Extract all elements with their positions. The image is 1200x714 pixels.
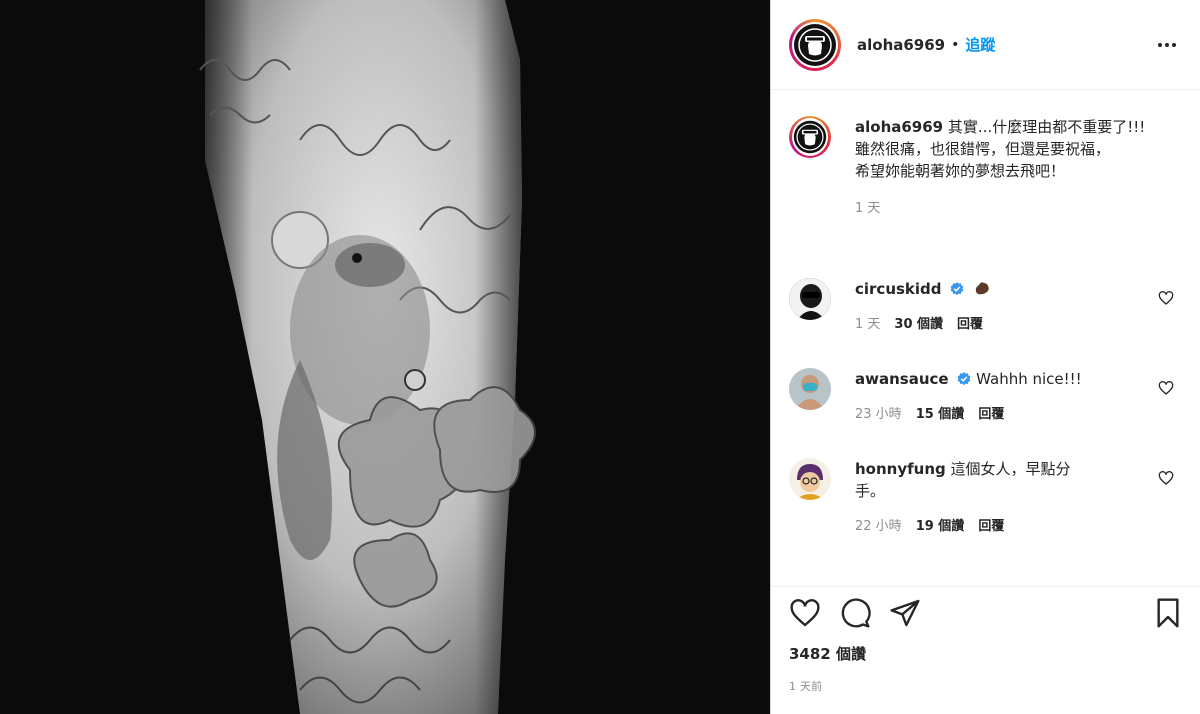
caption-line-3: 希望妳能朝著妳的夢想去飛吧！ <box>855 162 1066 180</box>
comment-meta: 23 小時 15 個讚 回覆 <box>855 404 1135 426</box>
reply-button[interactable]: 回覆 <box>957 314 983 336</box>
caption-first-line: aloha6969 其實...什麼理由都不重要了!!! <box>855 116 1165 138</box>
comment-row: circuskidd 1 天 30 個讚 回覆 <box>789 278 1184 336</box>
author-avatar[interactable] <box>789 18 841 71</box>
aloha-logo-icon <box>793 120 827 154</box>
caption-time[interactable]: 1 天 <box>855 198 880 220</box>
comment-username[interactable]: circuskidd <box>855 280 942 298</box>
comment-avatar[interactable] <box>789 278 831 320</box>
heart-icon[interactable] <box>1158 290 1174 306</box>
comment-time[interactable]: 1 天 <box>855 314 880 336</box>
follow-button[interactable]: 追蹤 <box>965 34 995 55</box>
comment-icon[interactable] <box>839 597 871 629</box>
verified-badge-icon <box>950 282 964 296</box>
comment-body: circuskidd 1 天 30 個讚 回覆 <box>855 278 1135 336</box>
tattoo-forearm-photo <box>0 0 770 714</box>
reply-button[interactable]: 回覆 <box>978 404 1004 426</box>
comment-text: Wahhh nice!!! <box>976 370 1082 388</box>
flexed-arm-emoji-icon <box>975 282 989 295</box>
comment-likes[interactable]: 15 個讚 <box>916 404 965 426</box>
comment-meta: 22 小時 19 個讚 回覆 <box>855 516 1095 538</box>
heart-icon[interactable] <box>1158 380 1174 396</box>
comment-avatar[interactable] <box>789 458 831 500</box>
comment-avatar[interactable] <box>789 368 831 410</box>
post-actions: 3482 個讚 1 天前 <box>771 586 1200 714</box>
comment-username[interactable]: awansauce <box>855 370 949 388</box>
bookmark-icon[interactable] <box>1152 597 1184 629</box>
comment-body: honnyfung 這個女人，早點分手。 22 小時 19 個讚 回覆 <box>855 458 1095 538</box>
separator-dot: • <box>951 36 960 53</box>
post-side-panel: aloha6969 • 追蹤 aloha6969 其實...什麼理由都不重要了!… <box>770 0 1200 714</box>
reply-button[interactable]: 回覆 <box>978 516 1004 538</box>
comment-body: awansauce Wahhh nice!!! 23 小時 15 個讚 回覆 <box>855 368 1135 426</box>
user-photo-icon <box>789 278 831 320</box>
post-header: aloha6969 • 追蹤 <box>771 0 1200 90</box>
aloha-logo-icon <box>795 24 835 65</box>
caption-line-2: 雖然很痛，也很錯愕，但還是要祝福， <box>855 140 1111 158</box>
more-options-icon[interactable] <box>1150 35 1184 55</box>
heart-icon[interactable] <box>1158 470 1174 486</box>
comment-meta: 1 天 30 個讚 回覆 <box>855 314 1135 336</box>
comments-list: aloha6969 其實...什麼理由都不重要了!!! 雖然很痛，也很錯愕，但還… <box>771 91 1200 586</box>
verified-badge-icon <box>957 372 971 386</box>
heart-icon[interactable] <box>789 597 821 629</box>
caption-body: aloha6969 其實...什麼理由都不重要了!!! 雖然很痛，也很錯愕，但還… <box>855 116 1165 220</box>
comment-row: awansauce Wahhh nice!!! 23 小時 15 個讚 回覆 <box>789 368 1184 426</box>
comment-likes[interactable]: 30 個讚 <box>894 314 943 336</box>
like-count[interactable]: 3482 個讚 <box>789 643 1184 664</box>
author-username[interactable]: aloha6969 <box>857 36 945 54</box>
caption-avatar[interactable] <box>789 116 831 158</box>
comment-time[interactable]: 23 小時 <box>855 404 902 426</box>
user-photo-icon <box>789 368 831 410</box>
post-photo[interactable] <box>0 0 770 714</box>
caption-meta: 1 天 <box>855 198 1165 220</box>
comment-row: honnyfung 這個女人，早點分手。 22 小時 19 個讚 回覆 <box>789 458 1184 538</box>
user-photo-icon <box>789 458 831 500</box>
comment-likes[interactable]: 19 個讚 <box>916 516 965 538</box>
caption-text: 其實...什麼理由都不重要了!!! <box>947 118 1146 136</box>
comment-time[interactable]: 22 小時 <box>855 516 902 538</box>
caption-row: aloha6969 其實...什麼理由都不重要了!!! 雖然很痛，也很錯愕，但還… <box>789 116 1184 220</box>
comment-username[interactable]: honnyfung <box>855 460 946 478</box>
post-timestamp[interactable]: 1 天前 <box>789 678 1184 694</box>
paper-plane-icon[interactable] <box>889 597 921 629</box>
action-icons <box>789 591 1184 635</box>
caption-username[interactable]: aloha6969 <box>855 118 943 136</box>
